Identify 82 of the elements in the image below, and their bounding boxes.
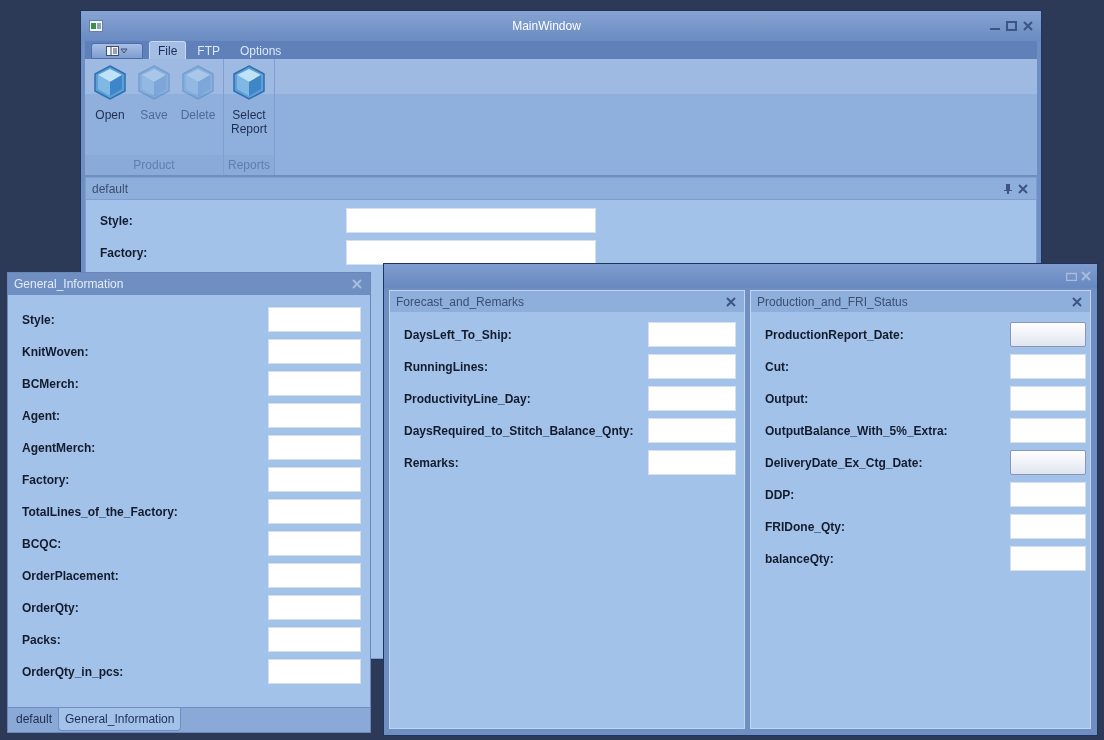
input-field[interactable] xyxy=(268,659,361,684)
field-label: OrderQty: xyxy=(22,600,80,615)
field-label: Style: xyxy=(100,213,134,228)
field-label: OrderQty_in_pcs: xyxy=(22,664,125,679)
document-tab[interactable]: default xyxy=(10,708,59,730)
input-field[interactable] xyxy=(1010,418,1086,443)
window-icon xyxy=(89,20,103,32)
input-field[interactable] xyxy=(268,499,361,524)
input-field[interactable] xyxy=(268,307,361,332)
window-title: General_Information xyxy=(14,277,125,291)
input-field[interactable] xyxy=(268,371,361,396)
field-label: balanceQty: xyxy=(765,551,835,566)
ribbon-tab[interactable]: File xyxy=(149,41,187,59)
input-field[interactable] xyxy=(346,208,596,233)
field-label: RunningLines: xyxy=(404,359,489,374)
ribbon-button[interactable]: Select Report xyxy=(228,63,270,155)
field-label: Cut: xyxy=(765,359,790,374)
ribbon-tab[interactable]: FTP xyxy=(188,41,229,59)
input-field[interactable] xyxy=(1010,482,1086,507)
input-field[interactable] xyxy=(346,240,596,265)
ribbon-button[interactable]: Open xyxy=(89,63,131,155)
panel-title: Forecast_and_Remarks xyxy=(396,294,526,309)
input-field[interactable] xyxy=(268,467,361,492)
close-icon[interactable] xyxy=(1018,183,1028,194)
field-label: DaysRequired_to_Stitch_Balance_Qnty: xyxy=(404,423,635,438)
input-field[interactable] xyxy=(1010,546,1086,571)
cube-icon xyxy=(232,65,266,100)
field-label: ProductionReport_Date: xyxy=(765,327,905,342)
field-label: BCQC: xyxy=(22,536,63,551)
close-icon[interactable] xyxy=(726,296,736,307)
input-field[interactable] xyxy=(268,563,361,588)
field-label: OutputBalance_With_5%_Extra: xyxy=(765,423,949,438)
field-label: DaysLeft_To_Ship: xyxy=(404,327,513,342)
field-label: Factory: xyxy=(100,245,149,260)
input-field[interactable] xyxy=(1010,386,1086,411)
input-field[interactable] xyxy=(648,354,736,379)
panel-title: default xyxy=(92,181,130,196)
input-field[interactable] xyxy=(1010,354,1086,379)
pin-icon[interactable] xyxy=(1004,183,1012,194)
input-field[interactable] xyxy=(648,450,736,475)
field-label: ProductivityLine_Day: xyxy=(404,391,532,406)
field-label: BCMerch: xyxy=(22,376,80,391)
ribbon-tab[interactable]: Options xyxy=(231,41,291,59)
document-tab[interactable]: General_Information xyxy=(58,708,182,731)
close-icon[interactable] xyxy=(1081,271,1091,281)
field-label: DDP: xyxy=(765,487,796,502)
application-menu-button[interactable] xyxy=(91,43,143,59)
field-label: FRIDone_Qty: xyxy=(765,519,846,534)
input-field[interactable] xyxy=(268,339,361,364)
field-label: KnitWoven: xyxy=(22,344,90,359)
maximize-icon[interactable] xyxy=(1066,271,1077,281)
close-icon[interactable] xyxy=(1023,21,1033,31)
field-label: Agent: xyxy=(22,408,61,423)
field-label: Packs: xyxy=(22,632,62,647)
cube-icon xyxy=(181,65,215,100)
input-field[interactable] xyxy=(268,627,361,652)
input-field[interactable] xyxy=(268,531,361,556)
field-label: TotalLines_of_the_Factory: xyxy=(22,504,179,519)
maximize-icon[interactable] xyxy=(1006,21,1017,31)
input-field[interactable] xyxy=(268,435,361,460)
input-field[interactable] xyxy=(648,386,736,411)
field-label: Output: xyxy=(765,391,810,406)
field-label: AgentMerch: xyxy=(22,440,97,455)
date-picker[interactable] xyxy=(1010,322,1086,347)
input-field[interactable] xyxy=(1010,514,1086,539)
input-field[interactable] xyxy=(648,418,736,443)
field-label: Remarks: xyxy=(404,455,460,470)
date-picker[interactable] xyxy=(1010,450,1086,475)
input-field[interactable] xyxy=(268,595,361,620)
close-icon[interactable] xyxy=(1072,296,1082,307)
input-field[interactable] xyxy=(268,403,361,428)
panel-title: Production_and_FRI_Status xyxy=(757,294,909,309)
close-icon[interactable] xyxy=(352,279,362,289)
menu-icon xyxy=(106,46,128,56)
window-title: MainWindow xyxy=(511,19,582,33)
field-label: Factory: xyxy=(22,472,71,487)
input-field[interactable] xyxy=(648,322,736,347)
cube-icon xyxy=(93,65,127,100)
cube-icon xyxy=(137,65,171,100)
field-label: DeliveryDate_Ex_Ctg_Date: xyxy=(765,455,924,470)
field-label: OrderPlacement: xyxy=(22,568,120,583)
field-label: Style: xyxy=(22,312,56,327)
